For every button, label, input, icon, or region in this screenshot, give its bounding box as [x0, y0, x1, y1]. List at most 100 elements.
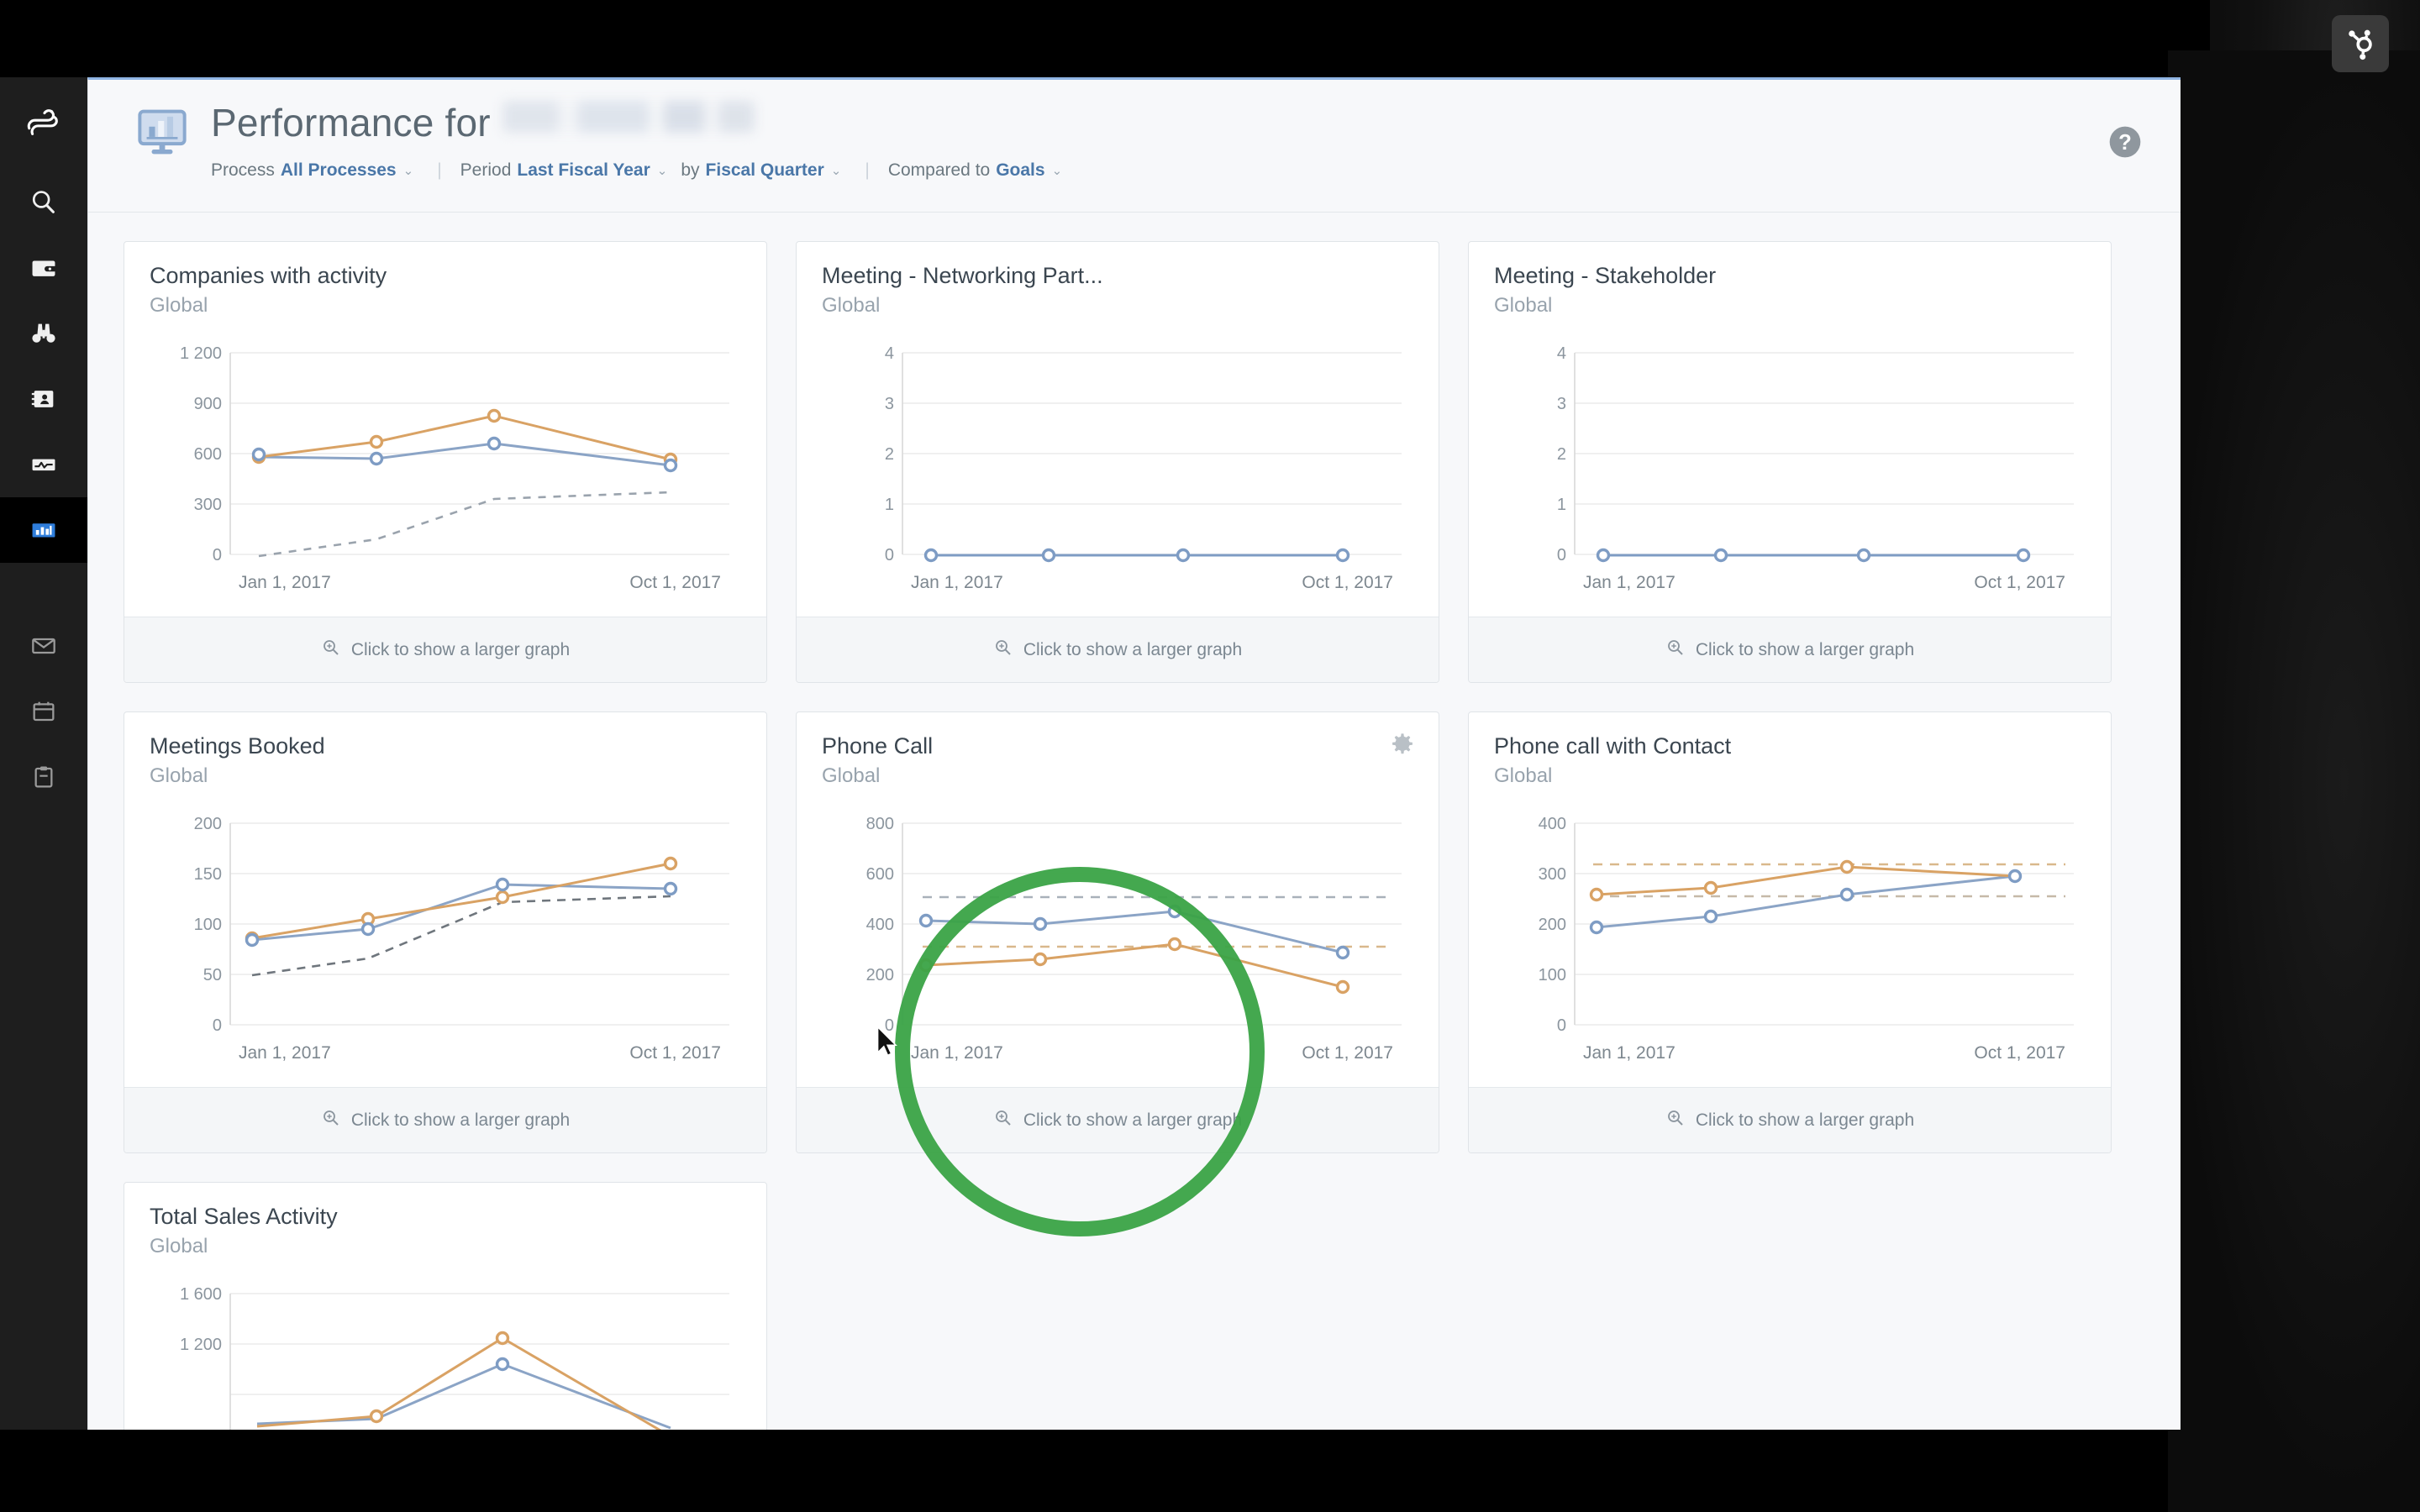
svg-text:100: 100 [194, 916, 222, 934]
svg-text:1: 1 [885, 496, 894, 514]
magnifier-plus-icon [321, 1108, 341, 1133]
sidebar-rail [0, 77, 87, 1430]
card-title: Companies with activity [150, 263, 387, 288]
help-circle-icon[interactable]: ? [2107, 123, 2144, 165]
content-area: Performance for Process All Processes ⌄ … [87, 77, 2181, 1430]
svg-text:300: 300 [194, 496, 222, 514]
card-footer-enlarge[interactable]: Click to show a larger graph [1469, 617, 2111, 682]
filter-value-process[interactable]: All Processes [281, 160, 397, 181]
pulse-icon [29, 450, 58, 479]
search-icon [29, 188, 58, 217]
card-subtitle: Global [150, 293, 208, 317]
wallet-icon [29, 254, 58, 282]
card-body: Meeting - Networking Part... Global 4 3 … [797, 242, 1439, 617]
clipboard-icon [30, 764, 57, 790]
plot-area: 4 3 2 1 0 Jan 1, 2017 Oct 1, 2017 [1494, 336, 2086, 609]
card-footer-label: Click to show a larger graph [1023, 1110, 1243, 1130]
sidebar-item-mail[interactable] [0, 613, 87, 679]
sidebar-item-wallet[interactable] [0, 235, 87, 301]
svg-text:Oct 1, 2017: Oct 1, 2017 [1302, 573, 1393, 592]
gear-icon[interactable] [1388, 731, 1417, 764]
chart-row: Total Sales Activity Global 1 600 1 200 [124, 1182, 2145, 1430]
chart-card-total-sales-activity[interactable]: Total Sales Activity Global 1 600 1 200 [124, 1182, 767, 1430]
chart-row: Meetings Booked Global 200 150 100 50 0 … [124, 711, 2145, 1153]
magnifier-plus-icon [1665, 638, 1686, 663]
svg-text:50: 50 [203, 966, 222, 984]
chart-card-phone-call-with-contact[interactable]: Phone call with Contact Global 400 300 2… [1468, 711, 2112, 1153]
card-subtitle: Global [1494, 293, 1553, 317]
bar-chart-icon [29, 516, 58, 544]
mouse-cursor [874, 1025, 902, 1066]
card-subtitle: Global [822, 293, 881, 317]
card-footer-enlarge[interactable]: Click to show a larger graph [797, 617, 1439, 682]
rail-divider [0, 563, 87, 581]
sidebar-item-search[interactable] [0, 170, 87, 235]
plot-area: 4 3 2 1 0 Jan 1, 2017 Oct 1, 2017 [822, 336, 1413, 609]
magnifier-plus-icon [993, 1108, 1013, 1133]
sidebar-item-activity[interactable] [0, 432, 87, 497]
card-title: Meeting - Networking Part... [822, 263, 1103, 288]
magnifier-plus-icon [993, 638, 1013, 663]
chart-card-companies-with-activity[interactable]: Companies with activity Global 1 200 900… [124, 241, 767, 683]
sidebar-item-contacts[interactable] [0, 366, 87, 432]
svg-text:600: 600 [866, 865, 894, 884]
sidebar-item-performance[interactable] [0, 497, 87, 563]
svg-text:200: 200 [866, 966, 894, 984]
chart-card-meeting-networking-partner[interactable]: Meeting - Networking Part... Global 4 3 … [796, 241, 1439, 683]
filter-label-compared: Compared to [887, 160, 991, 180]
card-subtitle: Global [150, 764, 208, 787]
chart-card-meetings-booked[interactable]: Meetings Booked Global 200 150 100 50 0 … [124, 711, 767, 1153]
svg-text:Jan 1, 2017: Jan 1, 2017 [1583, 1043, 1676, 1063]
svg-text:0: 0 [1557, 1016, 1566, 1035]
filter-value-by[interactable]: Fiscal Quarter [706, 160, 824, 181]
magnifier-plus-icon [1665, 1108, 1686, 1133]
sidebar-item-tasks[interactable] [0, 744, 87, 810]
card-footer-enlarge[interactable]: Click to show a larger graph [1469, 1087, 2111, 1152]
svg-text:Jan 1, 2017: Jan 1, 2017 [1583, 573, 1676, 592]
card-footer-enlarge[interactable]: Click to show a larger graph [797, 1087, 1439, 1152]
card-body: Total Sales Activity Global 1 600 1 200 [124, 1183, 766, 1430]
card-footer-enlarge[interactable]: Click to show a larger graph [124, 1087, 766, 1152]
sprocket-icon[interactable] [2332, 15, 2389, 72]
sidebar-item-calendar[interactable] [0, 679, 87, 744]
binoculars-icon [29, 319, 58, 348]
chevron-down-icon[interactable]: ⌄ [657, 163, 668, 178]
svg-text:1 600: 1 600 [180, 1285, 222, 1304]
chart-card-meeting-stakeholder[interactable]: Meeting - Stakeholder Global 4 3 2 1 0 J… [1468, 241, 2112, 683]
card-footer-enlarge[interactable]: Click to show a larger graph [124, 617, 766, 682]
page-title: Performance for [211, 100, 755, 145]
card-subtitle: Global [822, 764, 881, 787]
svg-text:200: 200 [1539, 916, 1566, 934]
filter-value-compared[interactable]: Goals [996, 160, 1044, 181]
filter-label-process: Process [211, 160, 275, 180]
page-title-redacted-value [502, 101, 755, 133]
card-body: Phone call with Contact Global 400 300 2… [1469, 712, 2111, 1087]
chevron-down-icon[interactable]: ⌄ [831, 163, 842, 178]
chart-card-phone-call[interactable]: Phone Call Global 800 600 400 200 0 Jan … [796, 711, 1439, 1153]
filter-value-period[interactable]: Last Fiscal Year [517, 160, 650, 181]
svg-text:1 200: 1 200 [180, 344, 222, 363]
svg-text:3: 3 [1557, 395, 1566, 413]
app-logo-icon[interactable] [0, 77, 87, 170]
filter-label-period: Period [460, 160, 512, 180]
card-body: Companies with activity Global 1 200 900… [124, 242, 766, 617]
svg-text:0: 0 [213, 1016, 222, 1035]
card-title: Meetings Booked [150, 733, 325, 759]
monitor-chart-icon [134, 103, 191, 165]
svg-text:1: 1 [1557, 496, 1566, 514]
filter-divider: | [437, 160, 442, 180]
svg-text:2: 2 [885, 445, 894, 464]
svg-text:3: 3 [885, 395, 894, 413]
card-footer-label: Click to show a larger graph [1023, 639, 1243, 659]
chevron-down-icon[interactable]: ⌄ [403, 163, 414, 178]
chevron-down-icon[interactable]: ⌄ [1052, 163, 1063, 178]
page-title-prefix: Performance for [211, 101, 491, 144]
card-body: Meetings Booked Global 200 150 100 50 0 … [124, 712, 766, 1087]
filter-label-by: by [681, 160, 700, 180]
card-title: Phone Call [822, 733, 934, 759]
card-footer-label: Click to show a larger graph [1695, 639, 1915, 659]
background-dark-window [2168, 50, 2420, 1512]
sidebar-item-prospecting[interactable] [0, 301, 87, 366]
svg-text:400: 400 [1539, 815, 1566, 833]
svg-text:Oct 1, 2017: Oct 1, 2017 [629, 573, 721, 592]
